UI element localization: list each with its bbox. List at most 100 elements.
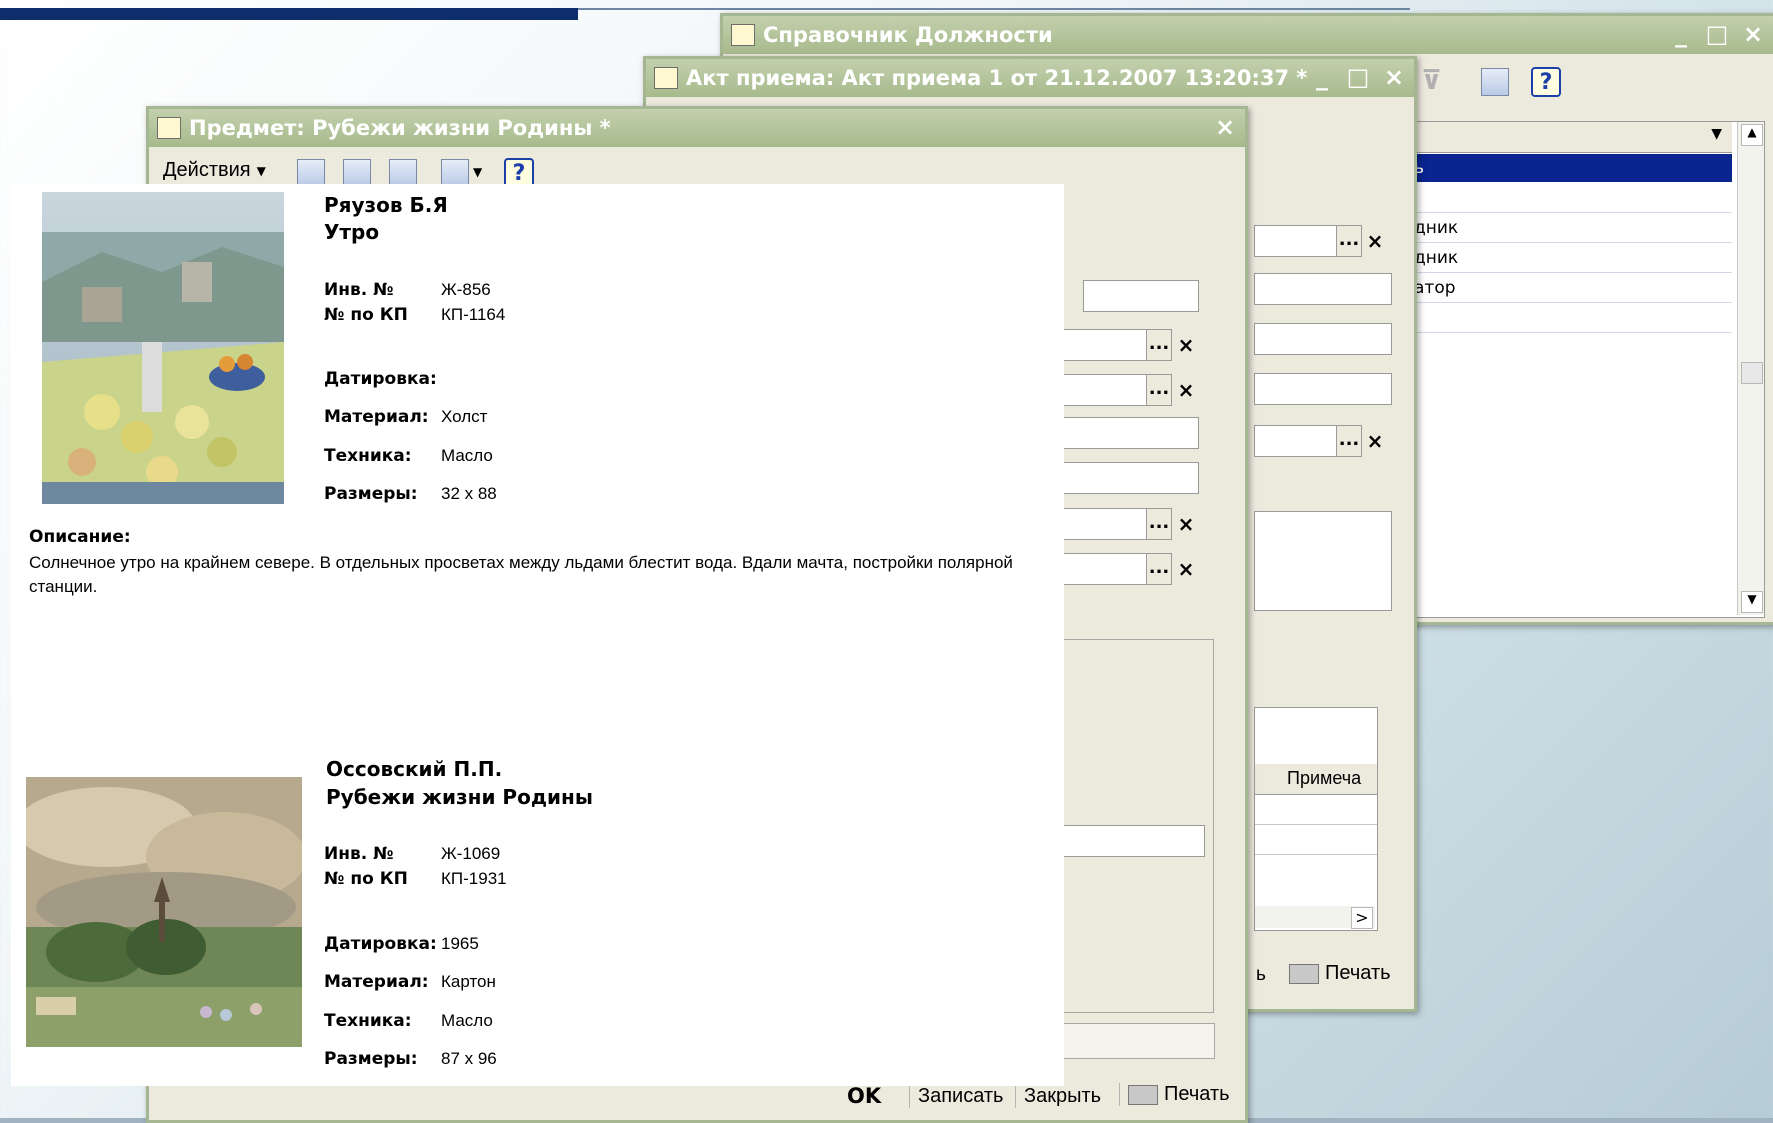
select-button[interactable]: ... [1146, 329, 1172, 361]
akt-field-3[interactable] [1254, 323, 1392, 355]
sprav-title: Справочник Должности [763, 23, 1053, 47]
akt-title: Акт приема: Акт приема 1 от 21.12.2007 1… [686, 66, 1308, 90]
akt-table-header[interactable]: Примеча [1255, 764, 1377, 795]
maximize-icon[interactable]: □ [1703, 20, 1731, 48]
list-item-label: атор [1414, 278, 1456, 298]
vertical-scrollbar[interactable]: ▲ ▼ [1737, 122, 1764, 615]
predmet-field-6[interactable] [1059, 508, 1151, 540]
refresh-icon[interactable] [343, 159, 371, 187]
list-item[interactable]: ь [1414, 154, 1732, 182]
predmet-status-field [1059, 1023, 1215, 1059]
item-1-technique-label: Техника: [324, 446, 412, 466]
sprav-refresh-icon[interactable] [1481, 68, 1509, 96]
predmet-field-7[interactable] [1059, 553, 1151, 585]
select-button[interactable]: ... [1146, 374, 1172, 406]
minimize-icon[interactable]: _ [1308, 63, 1336, 91]
item-2-dimensions-value: 87 х 96 [441, 1049, 497, 1068]
maximize-icon[interactable]: □ [1344, 63, 1372, 91]
list-item[interactable]: дник [1414, 214, 1732, 243]
swap-icon[interactable] [389, 159, 417, 187]
akt-table: Примеча > [1254, 707, 1378, 931]
item-1-material-label: Материал: [324, 407, 429, 427]
list-item[interactable]: атор [1414, 274, 1732, 303]
top-decor-stripe [0, 8, 578, 20]
actions-menu[interactable]: Действия ▼ [163, 159, 266, 182]
clear-icon[interactable]: × [1173, 374, 1199, 406]
table-row[interactable] [1255, 796, 1377, 825]
printer-icon [1289, 963, 1319, 984]
minimize-icon[interactable]: _ [1667, 20, 1695, 48]
item-1-technique-value: Масло [441, 446, 493, 465]
close-icon[interactable]: × [1211, 113, 1239, 141]
horizontal-scrollbar[interactable]: > [1255, 906, 1375, 929]
select-button[interactable]: ... [1146, 508, 1172, 540]
print-label: Печать [1164, 1083, 1230, 1105]
akt-field-1[interactable] [1254, 225, 1342, 257]
predmet-field-2[interactable] [1059, 329, 1151, 361]
item-2-dating-value: 1965 [441, 934, 479, 953]
arrow-left-icon[interactable] [297, 159, 325, 187]
predmet-field-4[interactable] [1059, 417, 1199, 449]
predmet-field-3[interactable] [1059, 374, 1151, 406]
chevron-down-icon[interactable]: ▼ [473, 165, 482, 179]
predmet-titlebar[interactable]: Предмет: Рубежи жизни Родины * × [149, 109, 1245, 147]
list-item[interactable]: дник [1414, 244, 1732, 273]
list-item[interactable] [1414, 184, 1732, 213]
akt-field-5[interactable] [1254, 425, 1342, 457]
item-1-title: Утро [324, 220, 380, 244]
predmet-field-1[interactable] [1083, 280, 1199, 312]
akt-field-2[interactable] [1254, 273, 1392, 305]
sprav-help-icon[interactable]: ? [1531, 67, 1561, 97]
painting-frontiers-image [16, 777, 306, 1047]
item-2-dimensions-label: Размеры: [324, 1049, 418, 1069]
sprav-list-header[interactable]: ▼ [1414, 122, 1732, 153]
akt-print-button[interactable]: Печать [1289, 962, 1391, 985]
akt-comment-field[interactable] [1254, 511, 1392, 611]
clear-icon[interactable]: × [1173, 508, 1199, 540]
sprav-filter-icon[interactable]: ⊽ [1421, 66, 1451, 96]
close-icon[interactable]: × [1739, 20, 1767, 48]
clear-icon[interactable]: × [1362, 425, 1388, 457]
sprav-list: ▼ ь дник дник атор ▲ ▼ [1413, 121, 1765, 618]
item-2-technique-value: Масло [441, 1011, 493, 1030]
item-report-panel: Ряузов Б.Я Утро Инв. № Ж-856 № по КП КП-… [11, 184, 1064, 1086]
predmet-field-8[interactable] [1059, 825, 1205, 857]
top-decor-line [578, 8, 1410, 10]
clear-icon[interactable]: × [1173, 329, 1199, 361]
scroll-right-icon[interactable]: > [1351, 907, 1373, 929]
close-button[interactable]: Закрыть [1015, 1085, 1101, 1108]
item-2-inv-value: Ж-1069 [441, 844, 501, 863]
clear-icon[interactable]: × [1173, 553, 1199, 585]
table-row[interactable] [1255, 826, 1377, 855]
item-1-material-value: Холст [441, 407, 488, 426]
goto-icon[interactable] [441, 159, 469, 187]
akt-print-label: Печать [1325, 962, 1391, 984]
akt-partial-button[interactable]: ь [1256, 964, 1266, 986]
scroll-down-icon[interactable]: ▼ [1741, 591, 1763, 613]
akt-table-column-header: Примеча [1287, 768, 1362, 788]
item-1-author: Ряузов Б.Я [324, 193, 448, 217]
item-2-kp-value: КП-1931 [441, 869, 507, 888]
item-1-description-label: Описание: [29, 527, 131, 547]
chevron-down-icon[interactable]: ▼ [1711, 126, 1722, 142]
scroll-up-icon[interactable]: ▲ [1741, 124, 1763, 146]
scroll-thumb[interactable] [1741, 362, 1763, 384]
item-1-dating-label: Датировка: [324, 369, 437, 389]
item-1-inv-label: Инв. № [324, 280, 394, 300]
printer-icon [1128, 1084, 1158, 1105]
ok-button[interactable]: OK [847, 1084, 881, 1108]
select-button[interactable]: ... [1336, 225, 1362, 257]
save-button[interactable]: Записать [909, 1085, 1003, 1108]
item-2-kp-label: № по КП [324, 869, 408, 889]
akt-titlebar[interactable]: Акт приема: Акт приема 1 от 21.12.2007 1… [646, 59, 1414, 97]
print-button[interactable]: Печать [1119, 1083, 1230, 1106]
sprav-titlebar[interactable]: Справочник Должности _ □ × [723, 16, 1773, 54]
predmet-field-5[interactable] [1059, 462, 1199, 494]
clear-icon[interactable]: × [1362, 225, 1388, 257]
close-icon[interactable]: × [1380, 63, 1408, 91]
select-button[interactable]: ... [1336, 425, 1362, 457]
painting-morning-image [42, 192, 284, 504]
list-item[interactable] [1414, 304, 1732, 333]
akt-field-4[interactable] [1254, 373, 1392, 405]
select-button[interactable]: ... [1146, 553, 1172, 585]
